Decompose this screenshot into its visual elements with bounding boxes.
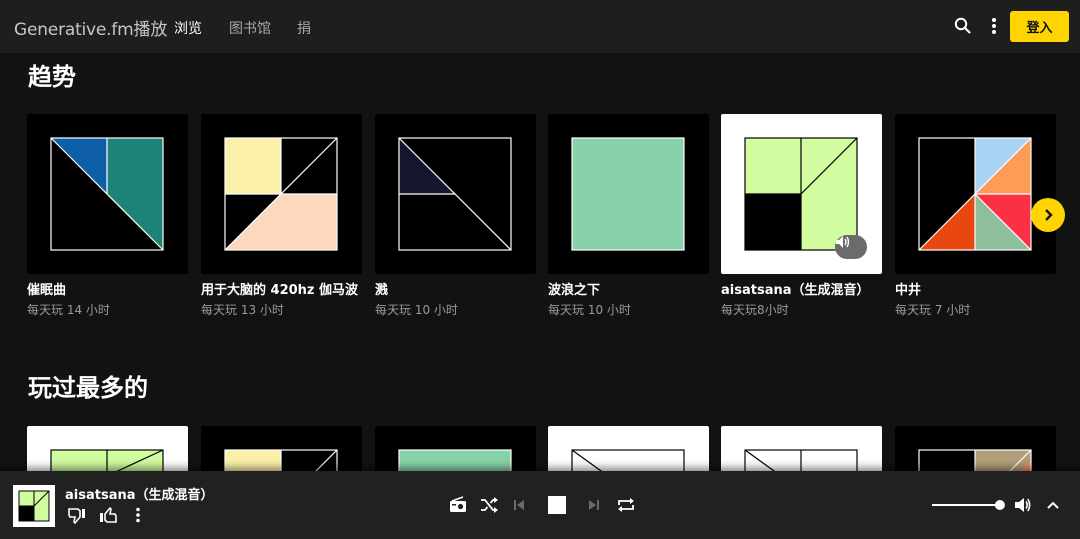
piece-title[interactable]: 溅 <box>375 279 388 298</box>
piece-artwork[interactable] <box>548 426 709 476</box>
piece-title[interactable]: 波浪之下 <box>548 279 600 298</box>
piece-playtime: 每天玩 7 小时 <box>895 303 971 317</box>
piece-artwork[interactable] <box>721 114 882 274</box>
piece-artwork[interactable] <box>201 426 362 476</box>
piece-artwork[interactable] <box>27 426 188 476</box>
section-title-most-played: 玩过最多的 <box>28 374 148 402</box>
nav-browse[interactable]: 浏览 <box>174 18 202 38</box>
thumbs-up-icon[interactable] <box>97 505 119 525</box>
piece-artwork[interactable] <box>895 426 1056 476</box>
player-bar: aisatsana（生成混音） <box>0 471 1080 539</box>
piece-artwork[interactable] <box>201 114 362 274</box>
piece-artwork[interactable] <box>27 114 188 274</box>
top-bar: Generative.fm播放 浏览 图书馆 捐 登入 <box>0 0 1080 53</box>
now-playing-artwork[interactable] <box>13 485 55 527</box>
piece-playtime: 每天玩 14 小时 <box>27 303 110 317</box>
piece-artwork[interactable] <box>548 114 709 274</box>
skip-next-icon[interactable] <box>586 497 602 513</box>
volume-icon[interactable] <box>1012 495 1034 515</box>
piece-playtime: 每天玩 13 小时 <box>201 303 284 317</box>
piece-artwork[interactable] <box>721 426 882 476</box>
shuffle-icon[interactable] <box>478 495 500 515</box>
more-vert-icon[interactable] <box>130 506 146 524</box>
piece-artwork[interactable] <box>895 114 1056 274</box>
radio-icon[interactable] <box>447 495 469 515</box>
now-playing-icon <box>835 235 867 259</box>
skip-previous-icon[interactable] <box>511 497 527 513</box>
stop-icon[interactable] <box>547 495 567 515</box>
section-title-trending: 趋势 <box>28 63 76 91</box>
repeat-icon[interactable] <box>615 495 637 515</box>
chevron-right-icon[interactable] <box>1031 198 1065 232</box>
login-button[interactable]: 登入 <box>1010 11 1069 42</box>
brand-logo[interactable]: Generative.fm播放 <box>14 15 167 40</box>
piece-artwork[interactable] <box>375 114 536 274</box>
now-playing-title[interactable]: aisatsana（生成混音） <box>65 484 214 503</box>
thumbs-down-icon[interactable] <box>66 506 88 526</box>
piece-artwork[interactable] <box>375 426 536 476</box>
more-vert-icon[interactable] <box>986 16 1002 36</box>
chevron-up-icon[interactable] <box>1044 497 1062 513</box>
piece-playtime: 每天玩 10 小时 <box>375 303 458 317</box>
search-icon[interactable] <box>953 16 973 36</box>
volume-slider[interactable] <box>930 499 1006 511</box>
nav-library[interactable]: 图书馆 <box>229 18 271 38</box>
piece-playtime: 每天玩 10 小时 <box>548 303 631 317</box>
nav-donate[interactable]: 捐 <box>297 18 311 38</box>
piece-playtime: 每天玩8小时 <box>721 303 789 317</box>
piece-title[interactable]: aisatsana（生成混音） <box>721 279 870 298</box>
piece-title[interactable]: 中井 <box>895 279 921 298</box>
piece-title[interactable]: 用于大脑的 420hz 伽马波 <box>201 279 358 298</box>
piece-title[interactable]: 催眠曲 <box>27 279 66 298</box>
